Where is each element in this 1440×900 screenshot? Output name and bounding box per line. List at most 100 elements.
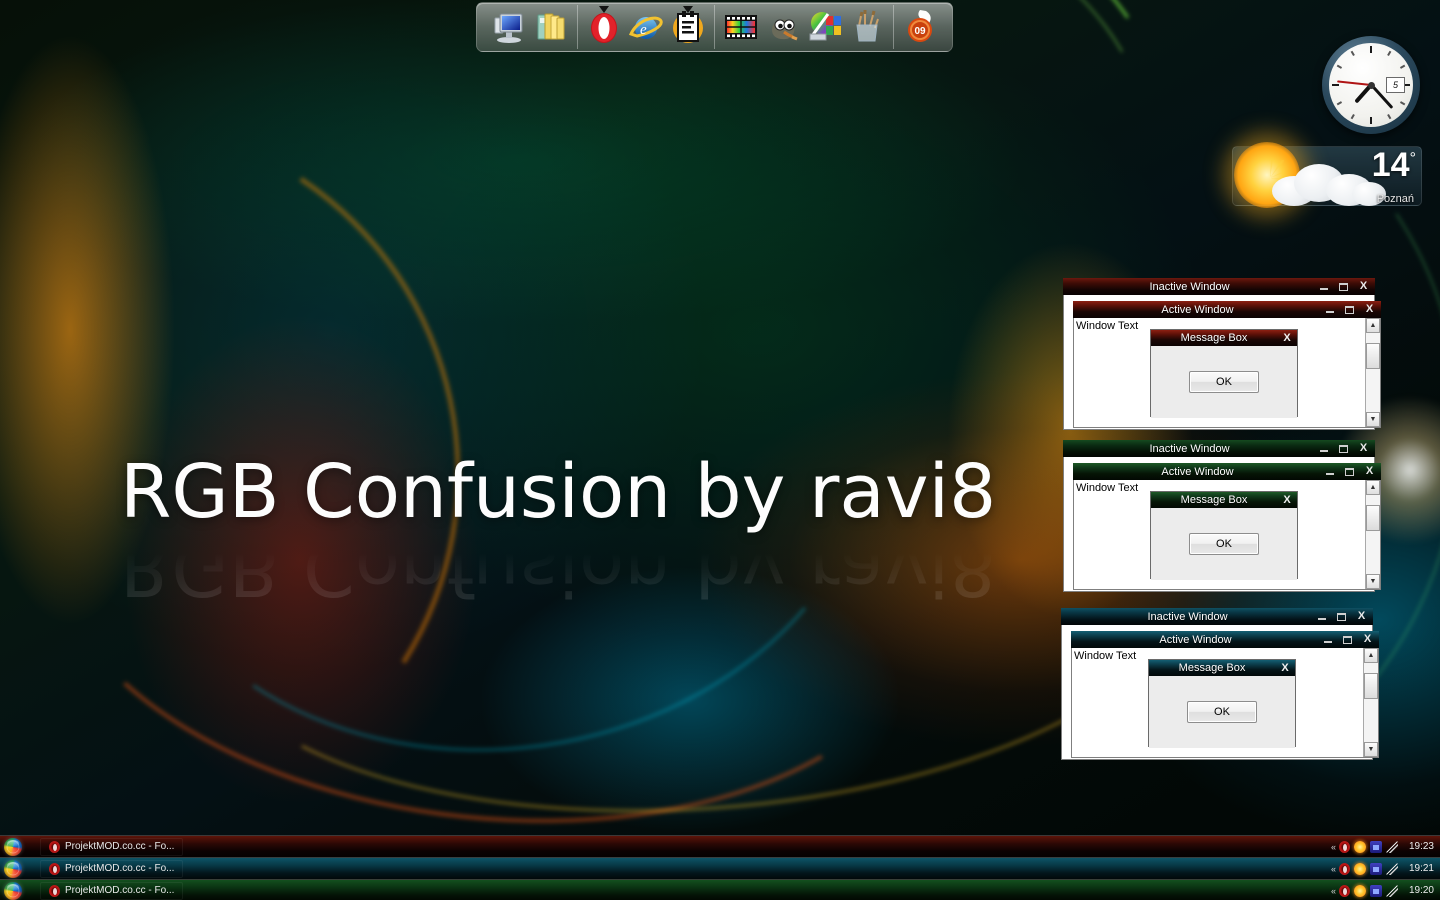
scroll-down-button[interactable]: ▼ bbox=[1366, 574, 1380, 589]
taskbar-red[interactable]: ProjektMOD.co.cc - Fo... « 19:23 bbox=[0, 835, 1440, 857]
scroll-up-button[interactable]: ▲ bbox=[1366, 318, 1380, 333]
message-box-titlebar[interactable]: Message Box X bbox=[1151, 330, 1297, 346]
opera-tray-icon[interactable] bbox=[1339, 840, 1350, 853]
dock-running-indicator bbox=[599, 6, 609, 13]
maximize-button[interactable] bbox=[1340, 303, 1359, 317]
clock-time[interactable]: 19:21 bbox=[1402, 863, 1434, 874]
scroll-thumb[interactable] bbox=[1366, 505, 1380, 531]
scroll-down-button[interactable]: ▼ bbox=[1366, 412, 1380, 427]
scroll-thumb[interactable] bbox=[1366, 343, 1380, 369]
maximize-button[interactable] bbox=[1340, 465, 1359, 479]
scroll-up-button[interactable]: ▲ bbox=[1364, 648, 1378, 663]
dock[interactable]: e 09 bbox=[476, 2, 953, 52]
weather-tray-icon[interactable] bbox=[1354, 884, 1366, 897]
volume-icon[interactable] bbox=[1386, 862, 1398, 875]
gimp-icon[interactable] bbox=[764, 8, 802, 46]
paint-net-icon[interactable] bbox=[806, 8, 844, 46]
close-button[interactable]: X bbox=[1354, 280, 1373, 294]
brushes-icon[interactable] bbox=[848, 8, 886, 46]
notepad-icon[interactable] bbox=[669, 6, 707, 46]
weather-tray-icon[interactable] bbox=[1354, 840, 1366, 853]
active-window-titlebar[interactable]: Active Window X bbox=[1071, 631, 1379, 648]
minimize-button[interactable] bbox=[1320, 303, 1339, 317]
start-orb-button[interactable] bbox=[4, 881, 22, 900]
weather-degree-symbol: ° bbox=[1409, 150, 1416, 167]
vertical-scrollbar[interactable]: ▲ ▼ bbox=[1365, 318, 1380, 427]
minimize-button[interactable] bbox=[1318, 633, 1337, 647]
inactive-window-titlebar[interactable]: Inactive Window X bbox=[1063, 440, 1375, 457]
system-tray[interactable]: « 19:20 bbox=[1331, 884, 1440, 897]
volume-icon[interactable] bbox=[1386, 840, 1398, 853]
close-button[interactable]: X bbox=[1277, 332, 1297, 344]
start-orb-button[interactable] bbox=[4, 859, 22, 878]
inactive-window-titlebar[interactable]: Inactive Window X bbox=[1061, 608, 1373, 625]
maximize-button[interactable] bbox=[1338, 633, 1357, 647]
maximize-button[interactable] bbox=[1334, 280, 1353, 294]
taskbar-task-button[interactable]: ProjektMOD.co.cc - Fo... bbox=[40, 859, 184, 878]
close-button[interactable]: X bbox=[1277, 494, 1297, 506]
inactive-window-titlebar[interactable]: Inactive Window X bbox=[1063, 278, 1375, 295]
close-button[interactable]: X bbox=[1360, 303, 1379, 317]
close-button[interactable]: X bbox=[1352, 610, 1371, 624]
opera-tray-icon[interactable] bbox=[1339, 862, 1350, 875]
active-window-titlebar[interactable]: Active Window X bbox=[1073, 463, 1381, 480]
taskbar-green[interactable]: ProjektMOD.co.cc - Fo... « 19:20 bbox=[0, 879, 1440, 900]
scroll-down-button[interactable]: ▼ bbox=[1364, 742, 1378, 757]
start-orb-button[interactable] bbox=[4, 837, 22, 856]
volume-icon[interactable] bbox=[1386, 884, 1398, 897]
scroll-up-button[interactable]: ▲ bbox=[1366, 480, 1380, 495]
documents-folder-icon[interactable] bbox=[532, 8, 570, 46]
message-box-title: Message Box bbox=[1180, 332, 1248, 344]
taskbar-task-button[interactable]: ProjektMOD.co.cc - Fo... bbox=[40, 837, 184, 856]
maximize-button[interactable] bbox=[1332, 610, 1351, 624]
ok-button[interactable]: OK bbox=[1187, 701, 1257, 723]
taskbar-task-button[interactable]: ProjektMOD.co.cc - Fo... bbox=[40, 881, 184, 900]
close-button[interactable]: X bbox=[1275, 662, 1295, 674]
system-tray[interactable]: « 19:23 bbox=[1331, 840, 1440, 853]
weather-tray-icon[interactable] bbox=[1354, 862, 1366, 875]
message-box-green[interactable]: Message Box X OK bbox=[1150, 491, 1298, 580]
close-button[interactable]: X bbox=[1354, 442, 1373, 456]
clock-center-pin bbox=[1367, 81, 1375, 89]
message-box-red[interactable]: Message Box X OK bbox=[1150, 329, 1298, 418]
wallpaper-title-reflection: RGB Confusion by ravi8 bbox=[120, 525, 997, 611]
minimize-button[interactable] bbox=[1314, 442, 1333, 456]
scroll-track[interactable] bbox=[1366, 333, 1380, 412]
scroll-track[interactable] bbox=[1366, 495, 1380, 574]
app-tray-icon[interactable] bbox=[1370, 884, 1382, 897]
vertical-scrollbar[interactable]: ▲ ▼ bbox=[1365, 480, 1380, 589]
clock-gadget[interactable]: 5 bbox=[1322, 36, 1420, 134]
message-box-titlebar[interactable]: Message Box X bbox=[1151, 492, 1297, 508]
tray-expand-chevron-icon[interactable]: « bbox=[1331, 886, 1336, 896]
opera-tray-icon[interactable] bbox=[1339, 884, 1350, 897]
taskbar-teal[interactable]: ProjektMOD.co.cc - Fo... « 19:21 bbox=[0, 857, 1440, 879]
vertical-scrollbar[interactable]: ▲ ▼ bbox=[1363, 648, 1378, 757]
maximize-button[interactable] bbox=[1334, 442, 1353, 456]
active-window-controls: X bbox=[1320, 303, 1379, 317]
minimize-button[interactable] bbox=[1314, 280, 1333, 294]
minimize-button[interactable] bbox=[1312, 610, 1331, 624]
active-window-titlebar[interactable]: Active Window X bbox=[1073, 301, 1381, 318]
ok-button[interactable]: OK bbox=[1189, 533, 1259, 555]
scroll-thumb[interactable] bbox=[1364, 673, 1378, 699]
clock-time[interactable]: 19:23 bbox=[1402, 841, 1434, 852]
app-tray-icon[interactable] bbox=[1370, 840, 1382, 853]
nero-09-icon[interactable]: 09 bbox=[901, 8, 939, 46]
app-tray-icon[interactable] bbox=[1370, 862, 1382, 875]
opera-icon[interactable] bbox=[585, 6, 623, 46]
ok-button[interactable]: OK bbox=[1189, 371, 1259, 393]
clock-time[interactable]: 19:20 bbox=[1402, 885, 1434, 896]
message-box-titlebar[interactable]: Message Box X bbox=[1149, 660, 1295, 676]
tray-expand-chevron-icon[interactable]: « bbox=[1331, 864, 1336, 874]
system-tray[interactable]: « 19:21 bbox=[1331, 862, 1440, 875]
computer-icon[interactable] bbox=[490, 8, 528, 46]
message-box-teal[interactable]: Message Box X OK bbox=[1148, 659, 1296, 748]
tray-expand-chevron-icon[interactable]: « bbox=[1331, 842, 1336, 852]
minimize-button[interactable] bbox=[1320, 465, 1339, 479]
scroll-track[interactable] bbox=[1364, 663, 1378, 742]
internet-explorer-icon[interactable]: e bbox=[627, 8, 665, 46]
close-button[interactable]: X bbox=[1358, 633, 1377, 647]
codec-film-icon[interactable] bbox=[722, 8, 760, 46]
close-button[interactable]: X bbox=[1360, 465, 1379, 479]
weather-gadget[interactable]: 14° Poznań bbox=[1232, 140, 1422, 212]
